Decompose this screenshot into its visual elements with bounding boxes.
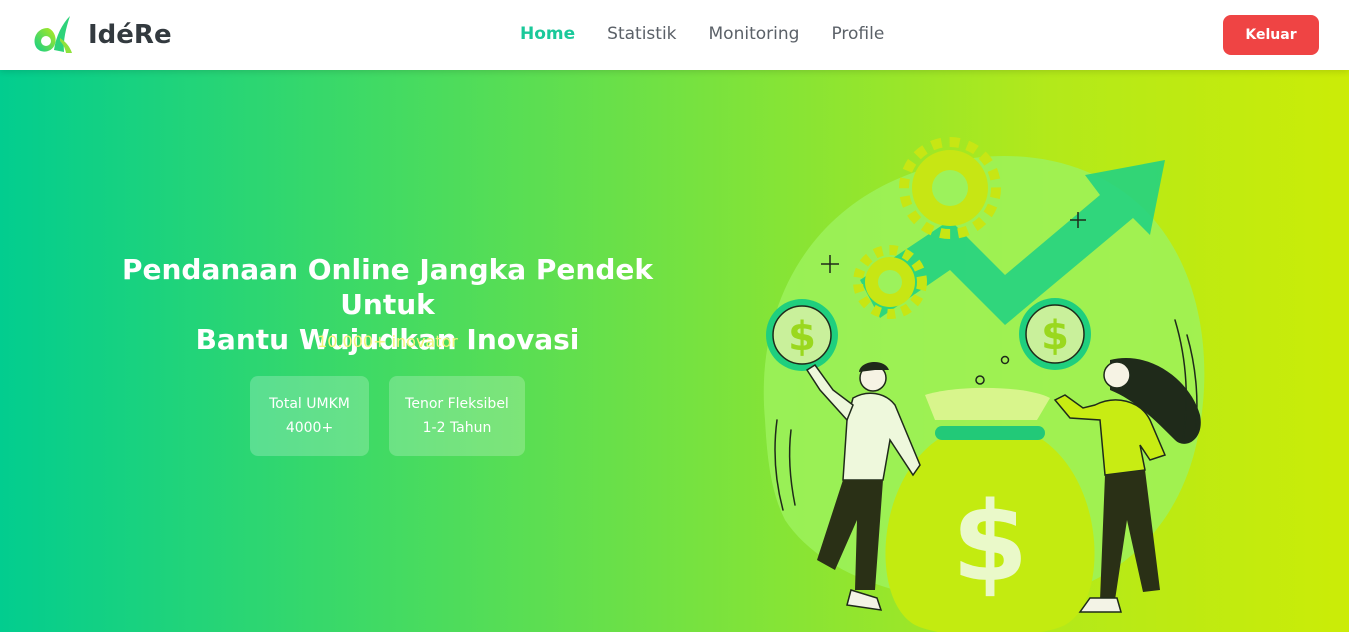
leaf-d-logo-icon	[34, 16, 72, 53]
nav-link-statistik[interactable]: Statistik	[607, 24, 676, 44]
main-nav: Home Statistik Monitoring Profile	[520, 24, 916, 44]
stat-card-tenor: Tenor Fleksibel 1-2 Tahun	[389, 376, 525, 456]
nav-link-profile[interactable]: Profile	[831, 24, 884, 44]
hero-section: Pendanaan Online Jangka Pendek Untuk Ban…	[0, 70, 1349, 632]
brand[interactable]: IdéRe	[30, 14, 172, 56]
svg-text:$: $	[788, 314, 816, 360]
svg-text:$: $	[1041, 313, 1069, 359]
stat-value: 4000+	[285, 420, 334, 436]
brand-name: IdéRe	[88, 20, 172, 50]
nav-link-home[interactable]: Home	[520, 24, 575, 44]
stat-label: Total UMKM	[269, 396, 350, 412]
money-growth-illustration: $ $ $	[763, 137, 1205, 632]
logout-button[interactable]: Keluar	[1223, 15, 1319, 55]
nav-link-monitoring[interactable]: Monitoring	[709, 24, 800, 44]
top-navbar: IdéRe Home Statistik Monitoring Profile …	[0, 0, 1349, 70]
hero-title-line-1: Pendanaan Online Jangka Pendek Untuk	[121, 253, 654, 321]
hero-subtitle: 10.000+ inovator	[317, 332, 458, 351]
stat-label: Tenor Fleksibel	[405, 396, 509, 412]
svg-text:$: $	[952, 478, 1029, 606]
stat-card-umkm: Total UMKM 4000+	[250, 376, 369, 456]
stat-value: 1-2 Tahun	[422, 420, 492, 436]
